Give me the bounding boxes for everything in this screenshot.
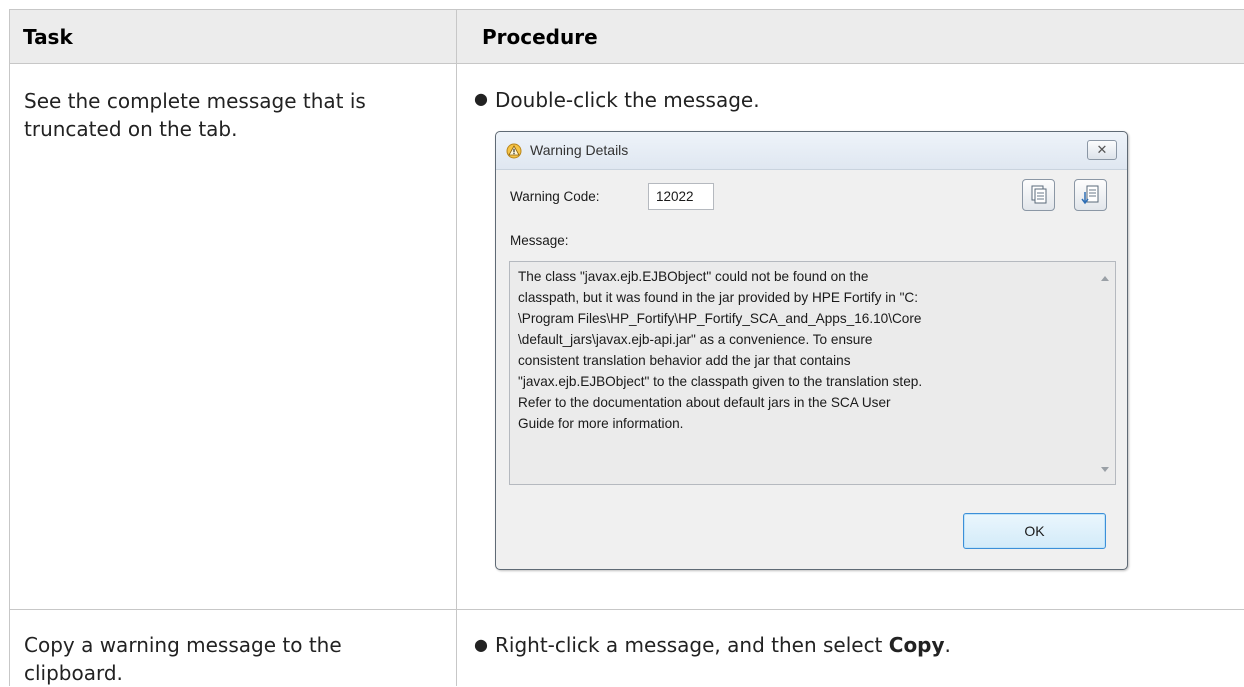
message-textarea[interactable]: The class "javax.ejb.EJBObject" could no… <box>509 261 1116 485</box>
row1-bullet: ● <box>474 89 488 108</box>
dialog-title: Warning Details <box>530 142 629 158</box>
header-task: Task <box>23 25 73 49</box>
copy-button[interactable] <box>1022 179 1055 211</box>
row1-task: See the complete message that is truncat… <box>24 89 366 141</box>
ok-button[interactable]: OK <box>963 513 1106 549</box>
export-icon <box>1081 185 1099 205</box>
scroll-up-arrow-icon[interactable] <box>1101 276 1109 281</box>
procedure-table: Task Procedure See the complete message … <box>0 0 1244 686</box>
table-left-border <box>9 9 10 686</box>
close-icon: ✕ <box>1096 142 1108 157</box>
row2-bullet: ● <box>474 635 488 654</box>
message-label: Message: <box>510 233 569 248</box>
export-button[interactable] <box>1074 179 1107 211</box>
warning-details-dialog: Warning Details ✕ Warning Code: 12022 Me… <box>495 131 1128 570</box>
row2-procedure-prefix: Right-click a message, and then select <box>495 633 889 657</box>
warning-code-field[interactable]: 12022 <box>648 183 714 210</box>
message-text: The class "javax.ejb.EJBObject" could no… <box>518 269 923 431</box>
row2-task: Copy a warning message to the clipboard. <box>24 633 342 685</box>
warning-icon <box>506 143 522 159</box>
copy-command: Copy <box>888 633 945 657</box>
dialog-titlebar: Warning Details ✕ <box>496 132 1127 170</box>
copy-icon <box>1031 185 1047 204</box>
table-row-divider <box>9 609 1244 610</box>
row2-procedure-suffix: . <box>944 633 951 657</box>
scroll-down-arrow-icon[interactable] <box>1101 467 1109 472</box>
header-procedure: Procedure <box>482 25 598 49</box>
row2-procedure: Right-click a message, and then select C… <box>495 631 951 659</box>
row1-procedure: Double-click the message. <box>495 88 760 112</box>
close-button[interactable]: ✕ <box>1087 140 1117 160</box>
table-header-row: Task Procedure <box>9 9 1244 64</box>
table-column-divider <box>456 9 457 686</box>
warning-code-label: Warning Code: <box>510 189 600 204</box>
